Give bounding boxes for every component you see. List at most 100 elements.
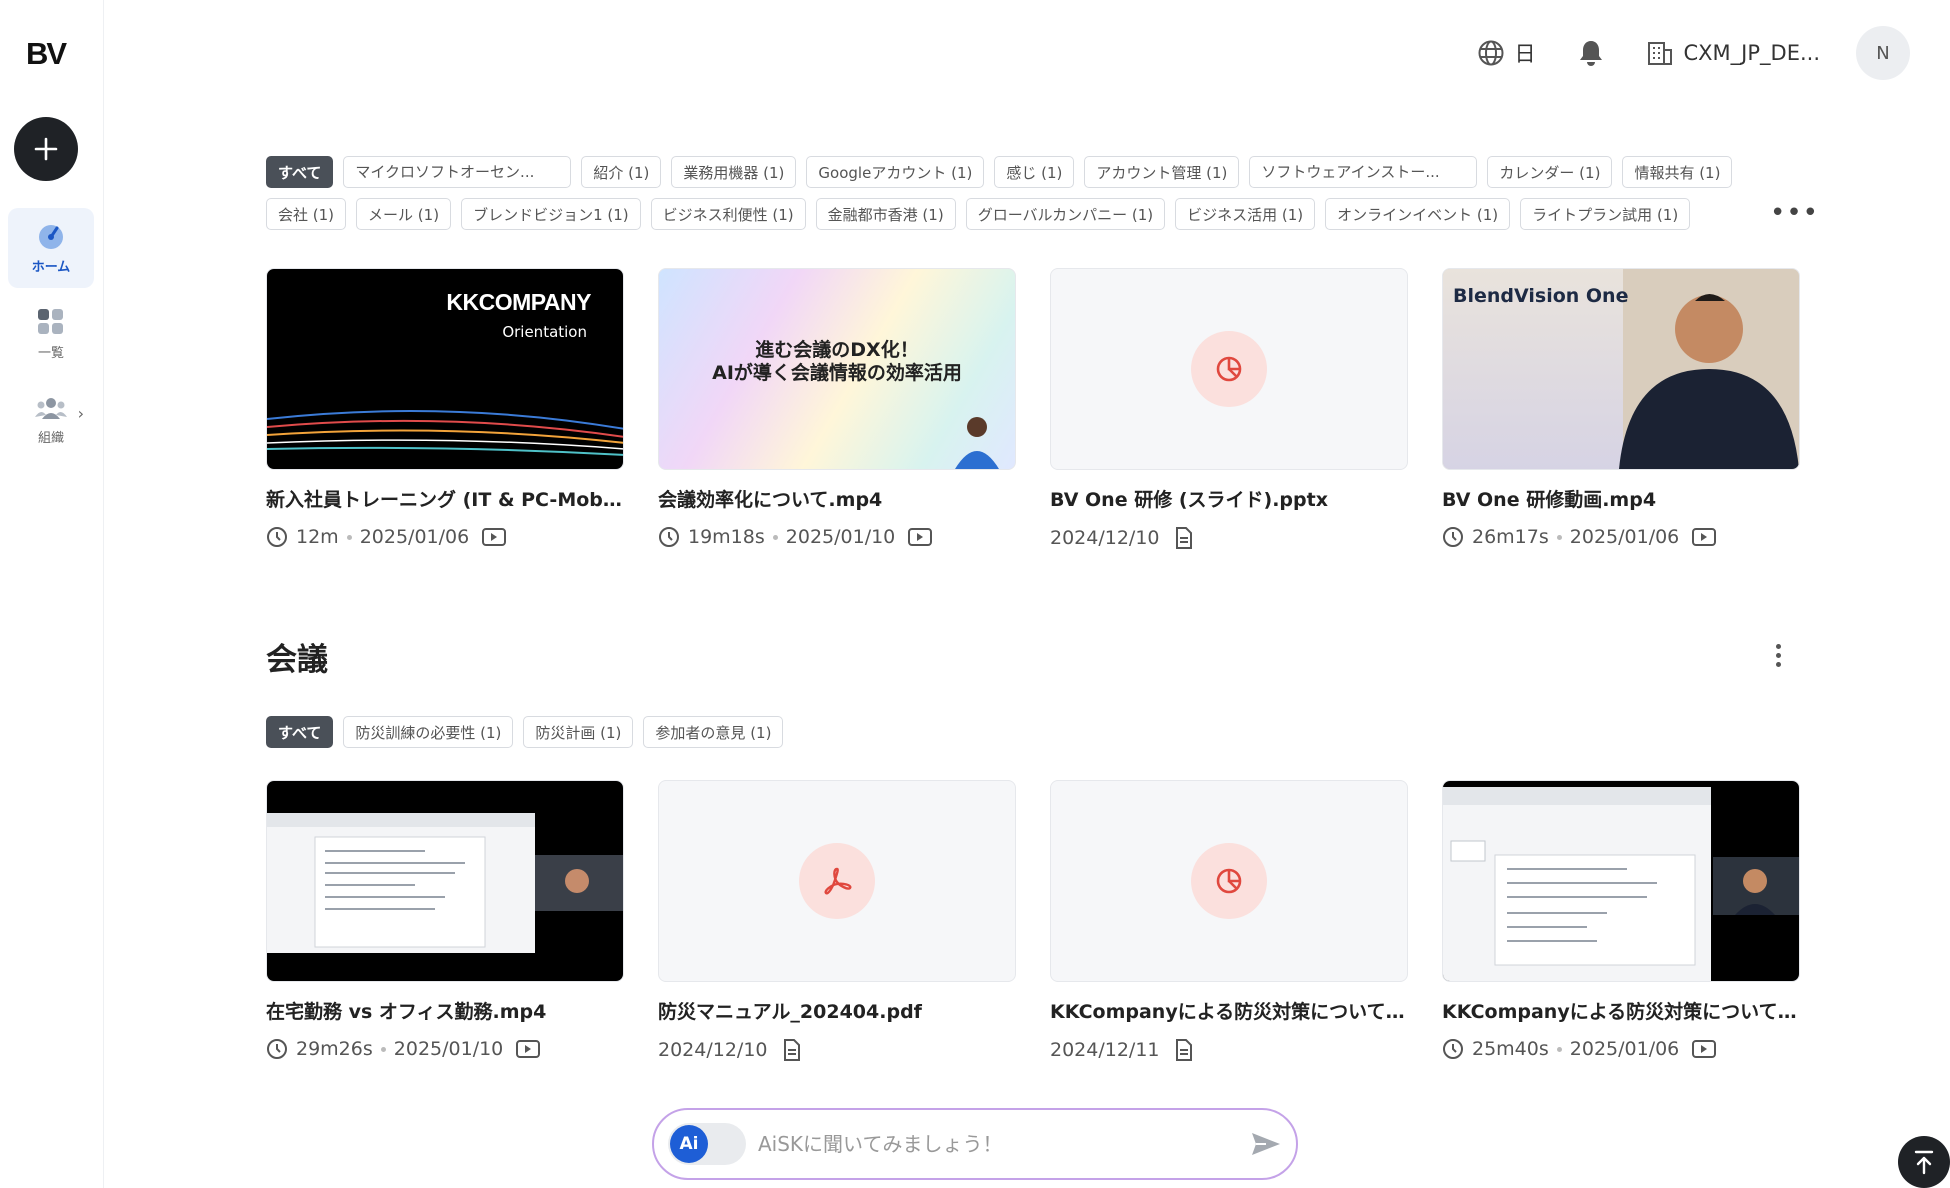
sidebar-item-home[interactable]: ホーム — [8, 208, 94, 288]
chevron-right-icon[interactable]: › — [78, 404, 84, 423]
tag[interactable]: アカウント管理 (1) — [1084, 156, 1240, 188]
tag[interactable]: グローバルカンパニー (1) — [965, 198, 1166, 230]
content-card[interactable]: 防災マニュアル_202404.pdf 2024/12/10 — [658, 780, 1016, 1062]
presenter-figure — [1619, 294, 1799, 469]
video-thumbnail[interactable]: KKCOMPANY Orientation — [266, 268, 624, 470]
thumbnail-title: KKCOMPANY — [446, 289, 591, 315]
content-card[interactable]: KKCompanyによる防災対策について.m... 25m40s 2025/01… — [1442, 780, 1800, 1060]
sidebar-item-list[interactable]: 一覧 — [8, 294, 94, 374]
content-card[interactable]: BlendVision One BV One 研修動画.mp4 26m17s 2… — [1442, 268, 1800, 548]
tag[interactable]: Googleアカウント (1) — [806, 156, 985, 188]
tag[interactable]: 感じ (1) — [994, 156, 1075, 188]
tag[interactable]: ライトプラン試用 (1) — [1520, 198, 1691, 230]
notifications-button[interactable] — [1578, 39, 1604, 67]
video-thumbnail[interactable] — [266, 780, 624, 982]
tag-all[interactable]: すべて — [266, 156, 334, 188]
date: 2025/01/06 — [1569, 1038, 1680, 1060]
create-button[interactable] — [14, 117, 78, 181]
file-thumbnail[interactable] — [1050, 780, 1408, 982]
avatar[interactable]: N — [1856, 26, 1910, 80]
sidebar: BV ホーム 一覧 › 組織 — [0, 0, 104, 1188]
file-thumbnail[interactable] — [658, 780, 1016, 982]
ai-prompt-input[interactable] — [758, 1132, 1250, 1156]
tag-filter-row-1: すべて マイクロソフトオーセン... 紹介 (1) 業務用機器 (1) Goog… — [266, 156, 1733, 188]
tag[interactable]: 防災訓練の必要性 (1) — [343, 716, 514, 748]
section-menu-button[interactable] — [1768, 644, 1788, 667]
card-title[interactable]: BV One 研修動画.mp4 — [1442, 485, 1800, 512]
tag[interactable]: 業務用機器 (1) — [671, 156, 797, 188]
arrow-up-icon — [1914, 1150, 1934, 1175]
card-title[interactable]: KKCompanyによる防災対策について(ス... — [1050, 997, 1408, 1024]
home-icon — [39, 224, 63, 249]
duration: 25m40s — [1472, 1038, 1549, 1060]
date: 2025/01/06 — [359, 526, 470, 548]
app-logo[interactable]: BV — [26, 36, 67, 72]
tag[interactable]: 防災計画 (1) — [523, 716, 634, 748]
language-switcher[interactable]: 日 — [1477, 38, 1536, 68]
header-toolbar: 日 CXM_JP_DE... N — [1477, 26, 1910, 80]
tag[interactable]: オンラインイベント (1) — [1325, 198, 1511, 230]
scroll-to-top-button[interactable] — [1898, 1136, 1950, 1188]
building-icon — [1647, 42, 1672, 65]
card-title[interactable]: 会議効率化について.mp4 — [658, 485, 1016, 512]
video-thumbnail[interactable]: BlendVision One — [1442, 268, 1800, 470]
date: 2024/12/11 — [1050, 1039, 1160, 1061]
pptx-icon — [1191, 331, 1267, 407]
date: 2025/01/10 — [785, 526, 896, 548]
language-label: 日 — [1514, 42, 1536, 66]
organization-switcher[interactable]: CXM_JP_DE... — [1646, 39, 1820, 67]
more-tags-button[interactable]: ••• — [1770, 198, 1819, 228]
card-title[interactable]: 在宅勤務 vs オフィス勤務.mp4 — [266, 997, 624, 1024]
globe-icon — [1478, 40, 1503, 66]
card-title[interactable]: 新入社員トレーニング (IT & PC-Mobile ... — [266, 485, 624, 512]
separator — [380, 1046, 386, 1052]
duration: 19m18s — [688, 526, 765, 548]
separator — [772, 534, 778, 540]
card-meta: 25m40s 2025/01/06 — [1442, 1038, 1800, 1060]
duration: 12m — [296, 526, 339, 548]
video-icon — [482, 528, 507, 546]
video-icon — [1692, 528, 1717, 546]
tag[interactable]: 参加者の意見 (1) — [643, 716, 784, 748]
video-thumbnail[interactable]: 進む会議のDX化！ AIが導く会議情報の効率活用 — [658, 268, 1016, 470]
thumbnail-graphic — [267, 410, 623, 456]
tag[interactable]: 紹介 (1) — [581, 156, 662, 188]
tag[interactable]: マイクロソフトオーセン... — [343, 156, 572, 188]
tag[interactable]: 情報共有 (1) — [1622, 156, 1733, 188]
tag[interactable]: メール (1) — [356, 198, 452, 230]
tag[interactable]: ビジネス活用 (1) — [1175, 198, 1316, 230]
video-icon — [516, 1040, 541, 1058]
section-title: 会議 — [266, 642, 328, 678]
card-meta: 26m17s 2025/01/06 — [1442, 526, 1800, 548]
tag-filter-row: すべて 防災訓練の必要性 (1) 防災計画 (1) 参加者の意見 (1) — [266, 716, 784, 748]
card-meta: 19m18s 2025/01/10 — [658, 526, 1016, 548]
sidebar-item-organization[interactable]: › 組織 — [8, 380, 94, 460]
tag[interactable]: 金融都市香港 (1) — [815, 198, 956, 230]
tag-all[interactable]: すべて — [266, 716, 334, 748]
tag[interactable]: 会社 (1) — [266, 198, 347, 230]
card-title[interactable]: 防災マニュアル_202404.pdf — [658, 997, 1016, 1024]
card-meta: 29m26s 2025/01/10 — [266, 1038, 624, 1060]
content-card[interactable]: KKCompanyによる防災対策について(ス... 2024/12/11 — [1050, 780, 1408, 1062]
video-thumbnail[interactable] — [1442, 780, 1800, 982]
tag[interactable]: ビジネス利便性 (1) — [650, 198, 806, 230]
content-card[interactable]: KKCOMPANY Orientation 新入社員トレーニング (IT & P… — [266, 268, 624, 548]
card-title[interactable]: BV One 研修 (スライド).pptx — [1050, 485, 1408, 512]
tag[interactable]: ソフトウェアインストー... — [1249, 156, 1478, 188]
card-title[interactable]: KKCompanyによる防災対策について.m... — [1442, 997, 1800, 1024]
content-card[interactable]: 進む会議のDX化！ AIが導く会議情報の効率活用 会議効率化について.mp4 19… — [658, 268, 1016, 548]
document-icon — [783, 1039, 800, 1061]
date: 2025/01/10 — [393, 1038, 504, 1060]
card-meta: 2024/12/11 — [1050, 1038, 1408, 1062]
tag[interactable]: カレンダー (1) — [1487, 156, 1613, 188]
content-card[interactable]: 在宅勤務 vs オフィス勤務.mp4 29m26s 2025/01/10 — [266, 780, 624, 1060]
ai-toggle[interactable]: Ai — [668, 1123, 746, 1165]
send-icon[interactable] — [1250, 1130, 1282, 1158]
tag[interactable]: ブレンドビジョン1 (1) — [461, 198, 641, 230]
ai-toggle-knob: Ai — [670, 1125, 708, 1163]
content-card[interactable]: BV One 研修 (スライド).pptx 2024/12/10 — [1050, 268, 1408, 550]
bell-icon — [1579, 41, 1602, 66]
pdf-icon — [799, 843, 875, 919]
separator — [1556, 534, 1562, 540]
file-thumbnail[interactable] — [1050, 268, 1408, 470]
